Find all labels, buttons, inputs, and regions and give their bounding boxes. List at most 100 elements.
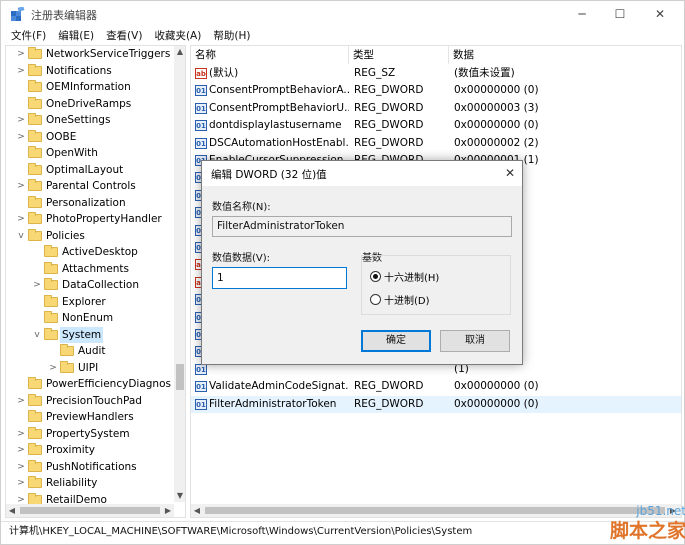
radio-unselected-icon[interactable] (370, 293, 381, 305)
value-row[interactable]: ab (默认) REG_SZ (数值未设置) (191, 65, 681, 82)
tree-node-label: PhotoPropertyHandler (46, 213, 162, 225)
collapse-chevron-icon[interactable]: v (16, 228, 26, 244)
tree-vertical-scroll-thumb[interactable] (176, 364, 184, 390)
tree-node[interactable]: Explorer (6, 294, 174, 310)
tree-vertical-scrollbar[interactable]: ▲ ▼ (174, 46, 185, 502)
expand-chevron-icon[interactable]: > (16, 459, 26, 475)
expand-chevron-icon[interactable]: > (16, 112, 26, 128)
folder-icon (60, 360, 74, 373)
tree-node[interactable]: > UIPI (6, 360, 174, 376)
tree-node[interactable]: v System (6, 326, 174, 343)
ok-button[interactable]: 确定 (361, 330, 431, 352)
value-row[interactable]: 01 DSCAutomationHostEnabl... REG_DWORD 0x00… (191, 135, 681, 152)
tree-node[interactable]: > PropertySystem (6, 426, 174, 442)
tree-node[interactable]: > OneSettings (6, 112, 174, 128)
tree-node[interactable]: OptimalLayout (6, 162, 174, 178)
value-row[interactable]: 01 dontdisplaylastusername REG_DWORD 0x0000… (191, 117, 681, 134)
column-header-data[interactable]: 数据 (449, 46, 681, 64)
scroll-up-arrow-icon[interactable]: ▲ (174, 46, 185, 58)
folder-icon (44, 327, 58, 340)
column-header-name[interactable]: 名称 (191, 46, 349, 64)
tree-node[interactable]: Audit (6, 343, 174, 359)
column-header-type[interactable]: 类型 (349, 46, 449, 64)
close-button[interactable]: ✕ (641, 1, 679, 27)
value-name-cell: ConsentPromptBehaviorA... (209, 84, 349, 97)
expand-chevron-icon[interactable]: > (16, 393, 26, 409)
expand-chevron-icon[interactable]: > (16, 46, 26, 62)
expand-chevron-icon[interactable]: > (16, 442, 26, 458)
tree-node-label: Explorer (62, 295, 106, 308)
tree-node[interactable]: v Policies (6, 228, 174, 244)
value-name-cell: ConsentPromptBehaviorU... (209, 101, 349, 114)
tree-horizontal-scroll-thumb[interactable] (20, 507, 160, 514)
tree-node[interactable]: NonEnum (6, 310, 174, 326)
menu-help[interactable]: 帮助(H) (207, 27, 256, 45)
tree-node[interactable]: > PrecisionTouchPad (6, 393, 174, 409)
radio-hexadecimal[interactable]: 十六进制(H) (370, 269, 439, 284)
expand-chevron-icon[interactable]: > (16, 426, 26, 442)
tree-node[interactable]: > PhotoPropertyHandler (6, 211, 174, 227)
expand-chevron-icon[interactable]: > (48, 360, 58, 376)
folder-icon (28, 476, 42, 488)
tree-node[interactable]: > Proximity (6, 442, 174, 458)
cancel-button[interactable]: 取消 (440, 330, 510, 352)
tree-node[interactable]: > Notifications (6, 63, 174, 79)
folder-icon (28, 459, 42, 472)
folder-icon (44, 278, 58, 290)
expand-chevron-icon[interactable]: > (16, 129, 26, 145)
scroll-down-arrow-icon[interactable]: ▼ (174, 490, 185, 502)
tree-horizontal-scrollbar[interactable]: ◀ ▶ (6, 504, 174, 517)
tree-node[interactable]: Attachments (6, 261, 174, 277)
value-name-label: 数值名称(N): (212, 202, 271, 213)
value-row[interactable]: 01 FilterAdministratorToken REG_DWORD 0x000… (191, 395, 681, 413)
value-data-label: 数值数据(V): (212, 253, 271, 264)
tree-node[interactable]: OEMInformation (6, 79, 174, 95)
value-data-input[interactable]: 1 (212, 267, 347, 289)
expand-chevron-icon[interactable]: > (32, 277, 42, 293)
collapse-chevron-icon[interactable]: v (32, 327, 42, 343)
dialog-close-button[interactable]: ✕ (502, 165, 518, 181)
radio-decimal[interactable]: 十进制(D) (370, 292, 430, 307)
site-watermark: jb51.net 脚本之家 (591, 504, 685, 544)
expand-chevron-icon[interactable]: > (16, 211, 26, 227)
folder-icon (28, 80, 42, 92)
minimize-button[interactable]: ─ (563, 1, 601, 27)
tree-node-label: ActiveDesktop (62, 246, 138, 258)
value-row[interactable]: 01 ValidateAdminCodeSignat... REG_DWORD 0x0… (191, 378, 681, 395)
value-row[interactable]: 01 ConsentPromptBehaviorU... REG_DWORD 0x00… (191, 100, 681, 117)
tree-node[interactable]: ActiveDesktop (6, 244, 174, 260)
tree-node[interactable]: > Reliability (6, 475, 174, 491)
maximize-button[interactable]: ☐ (601, 1, 639, 27)
scroll-right-arrow-icon[interactable]: ▶ (162, 504, 174, 517)
tree-node[interactable]: > NetworkServiceTriggers (6, 46, 174, 62)
menu-edit[interactable]: 编辑(E) (52, 27, 100, 45)
tree-node[interactable]: OneDriveRamps (6, 96, 174, 112)
scroll-left-arrow-icon[interactable]: ◀ (6, 504, 18, 517)
menu-view[interactable]: 查看(V) (100, 27, 148, 45)
radio-selected-icon[interactable] (370, 270, 381, 282)
tree-node[interactable]: > PushNotifications (6, 459, 174, 475)
tree-node[interactable]: > OOBE (6, 129, 174, 145)
registry-editor-app-icon (11, 7, 25, 21)
tree-node[interactable]: > DataCollection (6, 277, 174, 293)
tree-node[interactable]: Personalization (6, 195, 174, 211)
expand-chevron-icon[interactable]: > (16, 178, 26, 194)
folder-icon (28, 129, 42, 142)
value-row[interactable]: 01 ConsentPromptBehaviorA... REG_DWORD 0x00… (191, 82, 681, 99)
expand-chevron-icon[interactable]: > (16, 475, 26, 491)
menu-favorites[interactable]: 收藏夹(A) (148, 27, 207, 45)
value-data-cell: (数值未设置) (454, 67, 515, 79)
expand-chevron-icon[interactable]: > (16, 63, 26, 79)
folder-icon (28, 393, 42, 406)
tree-node[interactable]: > Parental Controls (6, 178, 174, 194)
scroll-left-arrow-icon[interactable]: ◀ (191, 504, 203, 517)
key-tree-pane[interactable]: > NetworkServiceTriggers > Notifications OEM… (5, 45, 186, 518)
folder-icon (28, 47, 42, 59)
tree-node[interactable]: PowerEfficiencyDiagnos (6, 376, 174, 392)
tree-node[interactable]: OpenWith (6, 145, 174, 161)
value-name-cell: (默认) (209, 67, 239, 79)
menu-file[interactable]: 文件(F) (1, 27, 52, 45)
tree-node-label: PreviewHandlers (46, 411, 134, 423)
folder-icon (28, 146, 42, 158)
tree-node[interactable]: PreviewHandlers (6, 409, 174, 425)
